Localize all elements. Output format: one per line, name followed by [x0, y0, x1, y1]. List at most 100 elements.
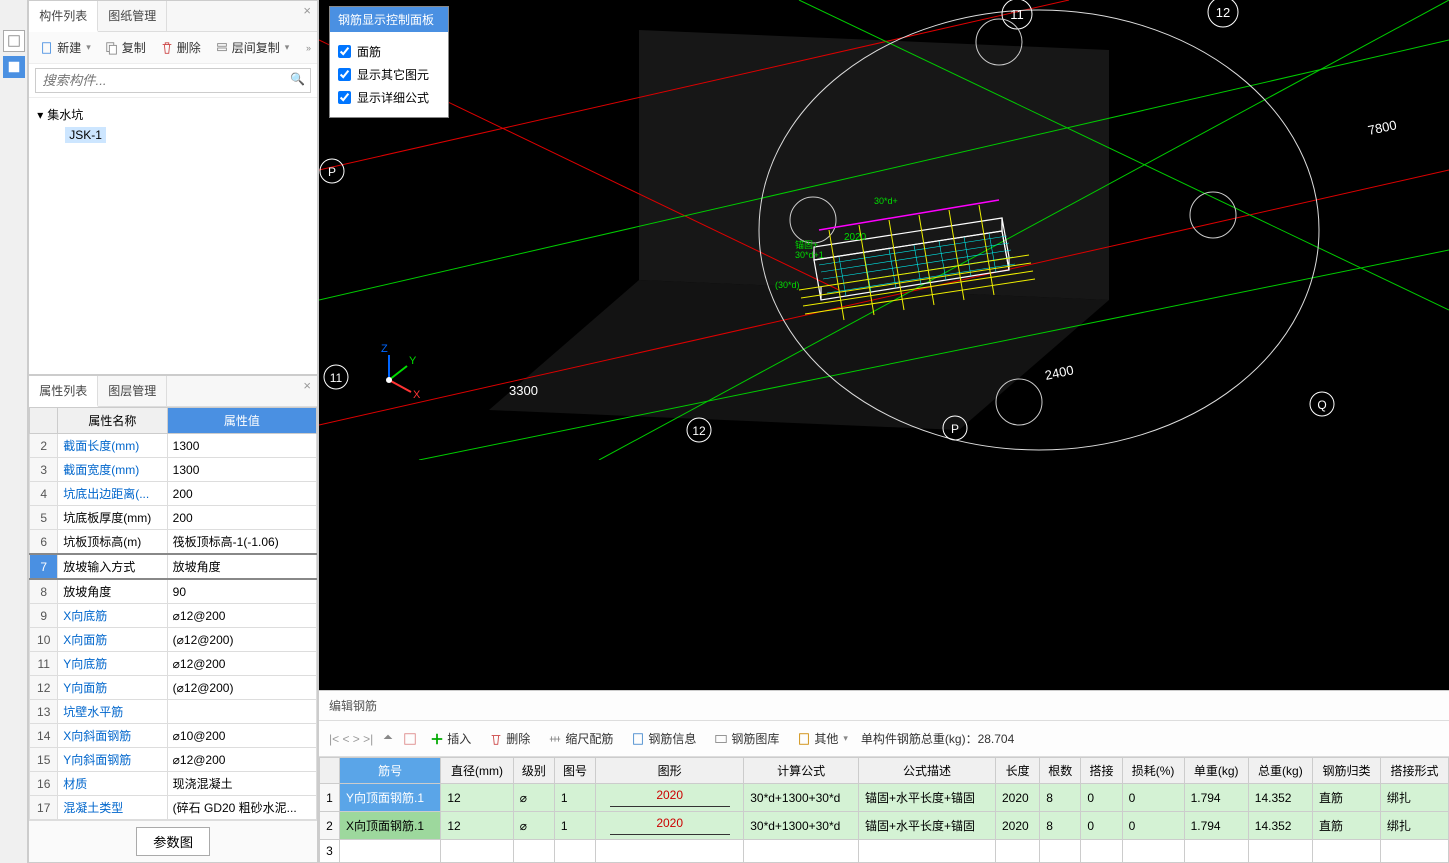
prop-value[interactable]: 1300 [167, 434, 316, 458]
prop-name[interactable]: 放坡角度 [58, 579, 167, 604]
prop-value[interactable]: 200 [167, 482, 316, 506]
param-diagram-button[interactable]: 参数图 [136, 827, 210, 856]
prop-row-idx[interactable]: 14 [30, 724, 58, 748]
up-icon[interactable] [381, 732, 395, 746]
prop-header-value[interactable]: 属性值 [167, 408, 316, 434]
prop-row-idx[interactable]: 4 [30, 482, 58, 506]
prop-name[interactable]: 截面长度(mm) [58, 434, 167, 458]
rebar-header[interactable]: 计算公式 [744, 758, 859, 784]
prop-name[interactable]: 材质 [58, 772, 167, 796]
prop-name[interactable]: Y向斜面钢筋 [58, 748, 167, 772]
close-icon[interactable]: × [303, 3, 311, 18]
prop-name[interactable]: X向底筋 [58, 604, 167, 628]
prop-name[interactable]: 放坡输入方式 [58, 554, 167, 579]
prop-name[interactable]: 混凝土类型 [58, 796, 167, 820]
rebar-header[interactable]: 图号 [554, 758, 595, 784]
tree-root[interactable]: ▾集水坑 [37, 104, 309, 125]
prop-row-idx[interactable]: 15 [30, 748, 58, 772]
prop-row-idx[interactable]: 12 [30, 676, 58, 700]
prop-value[interactable]: 200 [167, 506, 316, 530]
prop-name[interactable]: Y向面筋 [58, 676, 167, 700]
rebar-header[interactable]: 级别 [513, 758, 554, 784]
prop-row-idx[interactable]: 10 [30, 628, 58, 652]
prop-value[interactable]: 90 [167, 579, 316, 604]
rebar-header[interactable]: 损耗(%) [1122, 758, 1184, 784]
edge-btn-2[interactable] [3, 56, 25, 78]
prop-row-idx[interactable]: 11 [30, 652, 58, 676]
chk-show-formula[interactable]: 显示详细公式 [338, 86, 440, 109]
prop-row-idx[interactable]: 9 [30, 604, 58, 628]
prop-value[interactable]: (⌀12@200) [167, 628, 316, 652]
prop-name[interactable]: Y向底筋 [58, 652, 167, 676]
tree-item-jsk1[interactable]: JSK-1 [37, 125, 309, 145]
chk-show-others[interactable]: 显示其它图元 [338, 63, 440, 86]
prop-name[interactable]: 截面宽度(mm) [58, 458, 167, 482]
close-icon[interactable]: × [303, 378, 311, 393]
rebar-name[interactable]: Y向顶面钢筋.1 [340, 784, 441, 812]
prop-name[interactable]: X向斜面钢筋 [58, 724, 167, 748]
rebar-header[interactable]: 单重(kg) [1184, 758, 1248, 784]
prop-value[interactable]: (碎石 GD20 粗砂水泥... [167, 796, 316, 820]
prop-row-idx[interactable]: 17 [30, 796, 58, 820]
prop-value[interactable]: ⌀12@200 [167, 604, 316, 628]
rebar-header[interactable]: 搭接形式 [1380, 758, 1448, 784]
rebar-row-idx[interactable]: 2 [320, 812, 340, 840]
prop-value[interactable]: ⌀10@200 [167, 724, 316, 748]
search-icon[interactable]: 🔍 [290, 72, 305, 86]
rebar-header[interactable]: 公式描述 [859, 758, 996, 784]
prop-value[interactable]: 现浇混凝土 [167, 772, 316, 796]
prop-value[interactable]: 1300 [167, 458, 316, 482]
prop-row-idx[interactable]: 13 [30, 700, 58, 724]
rebar-header[interactable]: 长度 [995, 758, 1039, 784]
prop-row-idx[interactable]: 16 [30, 772, 58, 796]
rebar-header[interactable]: 直径(mm) [441, 758, 513, 784]
prop-value[interactable]: 放坡角度 [167, 554, 316, 579]
prop-row-idx[interactable]: 8 [30, 579, 58, 604]
chk-top-rebar[interactable]: 面筋 [338, 40, 440, 63]
tab-component-list[interactable]: 构件列表 [29, 1, 98, 32]
rebar-row-idx[interactable]: 1 [320, 784, 340, 812]
rebar-name[interactable]: X向顶面钢筋.1 [340, 812, 441, 840]
rebar-header[interactable]: 根数 [1040, 758, 1081, 784]
prop-value[interactable]: (⌀12@200) [167, 676, 316, 700]
tab-drawing-mgmt[interactable]: 图纸管理 [98, 1, 167, 31]
prop-value[interactable]: 筏板顶标高-1(-1.06) [167, 530, 316, 555]
prop-name[interactable]: 坑板顶标高(m) [58, 530, 167, 555]
prop-name[interactable]: X向面筋 [58, 628, 167, 652]
rebar-header[interactable]: 钢筋归类 [1312, 758, 1380, 784]
scale-button[interactable]: 缩尺配筋 [543, 727, 618, 750]
floor-copy-button[interactable]: 层间复制▾ [210, 36, 295, 59]
tab-layer-mgmt[interactable]: 图层管理 [98, 376, 167, 406]
toolbar-overflow[interactable]: » [306, 43, 311, 53]
delete-rebar-button[interactable]: 删除 [484, 727, 535, 750]
prop-row-idx[interactable]: 5 [30, 506, 58, 530]
insert-button[interactable]: 插入 [425, 727, 476, 750]
prop-row-idx[interactable]: 2 [30, 434, 58, 458]
search-input[interactable] [35, 68, 311, 93]
prop-value[interactable]: ⌀12@200 [167, 652, 316, 676]
other-button[interactable]: 其他▾ [792, 727, 853, 750]
prop-name[interactable]: 坑底板厚度(mm) [58, 506, 167, 530]
prop-name[interactable]: 坑底出边距离(... [58, 482, 167, 506]
delete-button[interactable]: 删除 [155, 36, 206, 59]
rebar-header[interactable]: 总重(kg) [1248, 758, 1312, 784]
copy-button[interactable]: 复制 [100, 36, 151, 59]
prop-value[interactable] [167, 700, 316, 724]
edge-btn-1[interactable] [3, 30, 25, 52]
prop-row-idx[interactable]: 6 [30, 530, 58, 555]
grid-icon[interactable] [403, 732, 417, 746]
rebar-header[interactable]: 筋号 [340, 758, 441, 784]
new-button[interactable]: 新建▾ [35, 36, 96, 59]
rebar-header[interactable]: 图形 [596, 758, 744, 784]
rebar-header[interactable]: 搭接 [1081, 758, 1122, 784]
prop-name[interactable]: 坑壁水平筋 [58, 700, 167, 724]
prop-header-name[interactable]: 属性名称 [58, 408, 167, 434]
rebar-lib-button[interactable]: 钢筋图库 [709, 727, 784, 750]
3d-viewport[interactable]: 11 12 P 11 12 P Q 3300 2400 7800 [319, 0, 1449, 690]
svg-text:X: X [413, 389, 421, 401]
prop-row-idx[interactable]: 7 [30, 554, 58, 579]
prop-value[interactable]: ⌀12@200 [167, 748, 316, 772]
rebar-info-button[interactable]: 钢筋信息 [626, 727, 701, 750]
tab-property-list[interactable]: 属性列表 [29, 376, 98, 407]
prop-row-idx[interactable]: 3 [30, 458, 58, 482]
